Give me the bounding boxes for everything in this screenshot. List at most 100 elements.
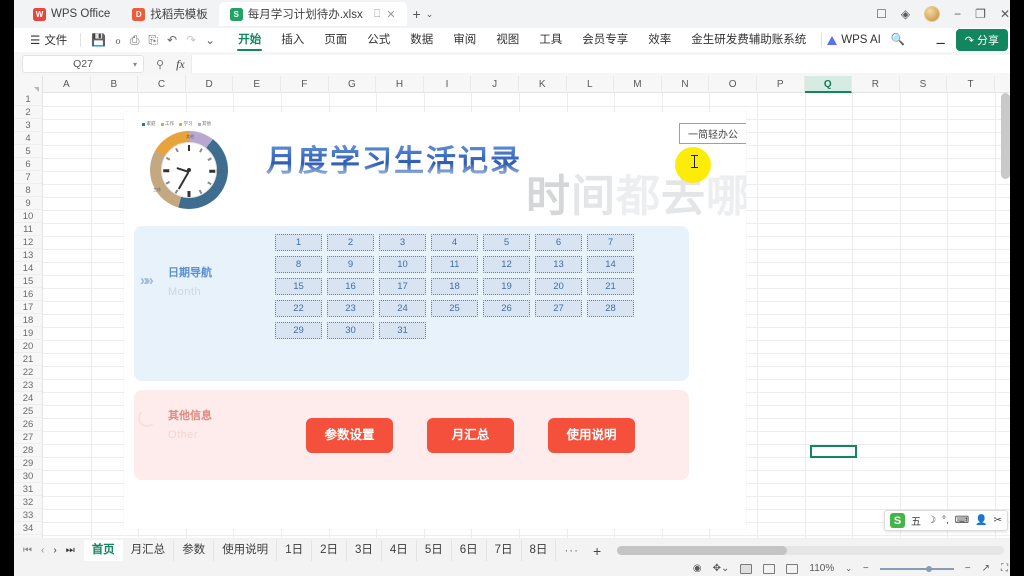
date-button-28[interactable]: 28 <box>587 300 634 317</box>
ime-keyboard-icon[interactable]: ⌨ <box>955 515 969 526</box>
row-header-5[interactable]: 5 <box>14 145 42 158</box>
chevron-down-icon[interactable]: ⌄ <box>205 33 215 47</box>
ime-punctuation-icon[interactable]: °, <box>942 515 949 526</box>
date-button-29[interactable]: 29 <box>275 322 322 339</box>
sheet-tab-day-2[interactable]: 2日 <box>312 540 347 561</box>
zoom-in-button[interactable]: − <box>965 563 971 574</box>
sheet-tab-day-8[interactable]: 8日 <box>522 540 557 561</box>
move-handle-icon[interactable]: ✥⌄ <box>713 563 730 574</box>
date-button-5[interactable]: 5 <box>483 234 530 251</box>
date-button-17[interactable]: 17 <box>379 278 426 295</box>
ribbon-tab-insert[interactable]: 插入 <box>271 28 314 52</box>
row-header-10[interactable]: 10 <box>14 210 42 223</box>
ime-tools-icon[interactable]: ✂ <box>994 515 1002 526</box>
ribbon-tab-rnd-system[interactable]: 金生研发费辅助账系统 <box>681 28 816 52</box>
row-header-17[interactable]: 17 <box>14 301 42 314</box>
sheet-tab-monthly-summary[interactable]: 月汇总 <box>123 540 175 561</box>
document-tab-active[interactable]: S 每月学习计划待办.xlsx ⎕ ✕ <box>218 2 407 26</box>
ime-user-icon[interactable]: 👤 <box>975 515 987 526</box>
date-button-25[interactable]: 25 <box>431 300 478 317</box>
eye-icon[interactable]: ◉ <box>693 563 702 574</box>
ribbon-tab-data[interactable]: 数据 <box>400 28 443 52</box>
sheet-tab-parameters[interactable]: 参数 <box>174 540 215 561</box>
cell-zoom-icon[interactable]: ⚲ <box>156 58 164 71</box>
row-header-7[interactable]: 7 <box>14 171 42 184</box>
date-button-3[interactable]: 3 <box>379 234 426 251</box>
column-header-q[interactable]: Q <box>804 76 853 93</box>
new-tab-button[interactable]: + <box>413 6 421 22</box>
date-button-22[interactable]: 22 <box>275 300 322 317</box>
column-header-e[interactable]: E <box>233 76 281 93</box>
date-button-9[interactable]: 9 <box>327 256 374 273</box>
row-header-25[interactable]: 25 <box>14 405 42 418</box>
column-header-c[interactable]: C <box>138 76 186 93</box>
wps-ai-button[interactable]: WPS AI <box>827 34 881 46</box>
date-button-4[interactable]: 4 <box>431 234 478 251</box>
column-header-f[interactable]: F <box>281 76 329 93</box>
row-header-12[interactable]: 12 <box>14 236 42 249</box>
app-tab-templates[interactable]: D 找稻壳模板 <box>121 2 219 26</box>
date-button-14[interactable]: 14 <box>587 256 634 273</box>
ribbon-tab-member[interactable]: 会员专享 <box>572 28 638 52</box>
next-sheet-icon[interactable]: › <box>53 545 56 556</box>
share-button[interactable]: ↷ 分享 <box>955 29 1008 51</box>
column-header-d[interactable]: D <box>186 76 234 93</box>
date-button-30[interactable]: 30 <box>327 322 374 339</box>
fit-selection-icon[interactable]: ↗ <box>982 563 990 574</box>
instructions-button[interactable]: 使用说明 <box>548 418 635 453</box>
row-header-19[interactable]: 19 <box>14 327 42 340</box>
row-header-2[interactable]: 2 <box>14 106 42 119</box>
row-header-21[interactable]: 21 <box>14 353 42 366</box>
date-button-2[interactable]: 2 <box>327 234 374 251</box>
date-button-26[interactable]: 26 <box>483 300 530 317</box>
box-icon[interactable]: ◈ <box>901 7 910 21</box>
vertical-scrollbar[interactable] <box>1001 93 1010 533</box>
row-header-16[interactable]: 16 <box>14 288 42 301</box>
column-header-i[interactable]: I <box>424 76 472 93</box>
date-button-11[interactable]: 11 <box>431 256 478 273</box>
page-break-view-button[interactable] <box>786 563 799 574</box>
column-header-r[interactable]: R <box>852 76 900 93</box>
ribbon-tab-review[interactable]: 审阅 <box>443 28 486 52</box>
ribbon-tab-formula[interactable]: 公式 <box>357 28 400 52</box>
column-header-p[interactable]: P <box>757 76 805 93</box>
row-header-1[interactable]: 1 <box>14 93 42 106</box>
date-button-1[interactable]: 1 <box>275 234 322 251</box>
ribbon-tab-page[interactable]: 页面 <box>314 28 357 52</box>
date-button-13[interactable]: 13 <box>535 256 582 273</box>
chevron-down-icon[interactable]: ▾ <box>133 60 137 69</box>
restore-button[interactable]: ❐ <box>975 7 986 21</box>
sheet-tab-day-7[interactable]: 7日 <box>487 540 522 561</box>
selected-cell-q27[interactable] <box>810 445 857 458</box>
row-header-3[interactable]: 3 <box>14 119 42 132</box>
add-sheet-button[interactable]: + <box>587 543 607 559</box>
date-button-24[interactable]: 24 <box>379 300 426 317</box>
ribbon-tab-efficiency[interactable]: 效率 <box>638 28 681 52</box>
row-header-29[interactable]: 29 <box>14 457 42 470</box>
row-header-28[interactable]: 28 <box>14 444 42 457</box>
search-file-icon[interactable]: ℴ <box>115 33 121 47</box>
sheet-tab-day-1[interactable]: 1日 <box>277 540 313 561</box>
column-header-o[interactable]: O <box>709 76 757 93</box>
row-header-22[interactable]: 22 <box>14 366 42 379</box>
tab-monitor-icon[interactable]: ⎕ <box>374 8 381 21</box>
sheet-tab-day-4[interactable]: 4日 <box>382 540 417 561</box>
save-icon[interactable]: 💾 <box>91 33 106 47</box>
chevron-down-icon[interactable]: ⌄ <box>845 564 852 573</box>
column-header-t[interactable]: T <box>947 76 995 93</box>
row-header-4[interactable]: 4 <box>14 132 42 145</box>
row-header-24[interactable]: 24 <box>14 392 42 405</box>
normal-view-button[interactable] <box>740 563 753 574</box>
sheet-tab-instructions[interactable]: 使用说明 <box>214 540 278 561</box>
column-header-j[interactable]: J <box>471 76 519 93</box>
column-header-a[interactable]: A <box>43 76 91 93</box>
date-button-31[interactable]: 31 <box>379 322 426 339</box>
row-header-6[interactable]: 6 <box>14 158 42 171</box>
select-all-triangle-icon[interactable] <box>14 76 43 93</box>
column-header-l[interactable]: L <box>567 76 615 93</box>
ribbon-tab-tools[interactable]: 工具 <box>529 28 572 52</box>
date-button-12[interactable]: 12 <box>483 256 530 273</box>
date-button-19[interactable]: 19 <box>483 278 530 295</box>
sheet-tab-home[interactable]: 首页 <box>83 540 123 561</box>
row-header-32[interactable]: 32 <box>14 496 42 509</box>
